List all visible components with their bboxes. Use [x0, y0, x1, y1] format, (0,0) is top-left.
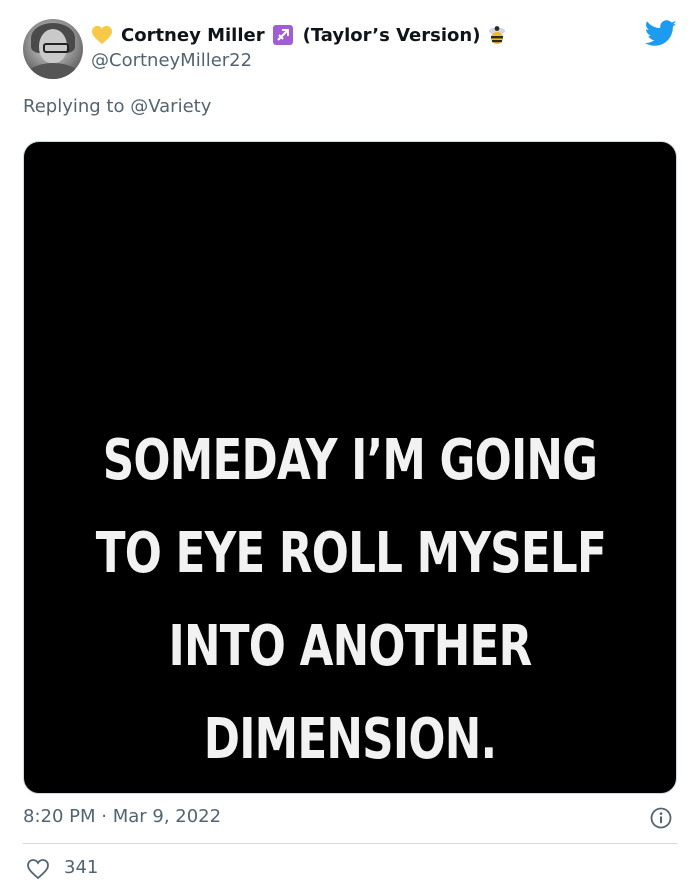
author-handle[interactable]: @CortneyMiller22	[91, 50, 252, 71]
display-name[interactable]: Cortney Miller	[121, 25, 265, 46]
display-name-suffix[interactable]: (Taylor’s Version)	[303, 25, 481, 46]
author-name-row[interactable]: Cortney Miller (Taylor’s Version)	[91, 22, 508, 48]
sagittarius-icon	[272, 25, 293, 45]
tweet-image[interactable]: SOMEDAY I’M GOING TO EYE ROLL MYSELF INT…	[23, 141, 677, 794]
meme-line: SOMEDAY I’M GOING	[102, 428, 598, 493]
twitter-bird-icon[interactable]	[645, 20, 677, 47]
avatar-shoulders	[25, 63, 81, 79]
avatar[interactable]	[23, 19, 83, 79]
meme-line: DIMENSION.	[203, 707, 497, 772]
reply-context: Replying to @Variety	[23, 96, 211, 117]
reply-mention-link[interactable]: @Variety	[130, 96, 211, 117]
yellow-heart-icon	[92, 25, 112, 45]
tweet-timestamp[interactable]: 8:20 PM · Mar 9, 2022	[23, 806, 221, 827]
bee-icon	[489, 26, 506, 44]
tweet-card: Cortney Miller (Taylor’s Version) @Cortn…	[0, 0, 700, 896]
meme-text: SOMEDAY I’M GOING TO EYE ROLL MYSELF INT…	[95, 414, 607, 786]
heart-outline-icon[interactable]	[26, 858, 50, 880]
info-icon[interactable]	[650, 807, 672, 829]
avatar-glasses	[43, 43, 69, 53]
meme-line: TO EYE ROLL MYSELF	[95, 521, 607, 586]
meme-line: INTO ANOTHER	[168, 614, 533, 679]
like-count[interactable]: 341	[64, 857, 98, 878]
divider	[23, 843, 677, 844]
reply-prefix: Replying to	[23, 96, 125, 117]
